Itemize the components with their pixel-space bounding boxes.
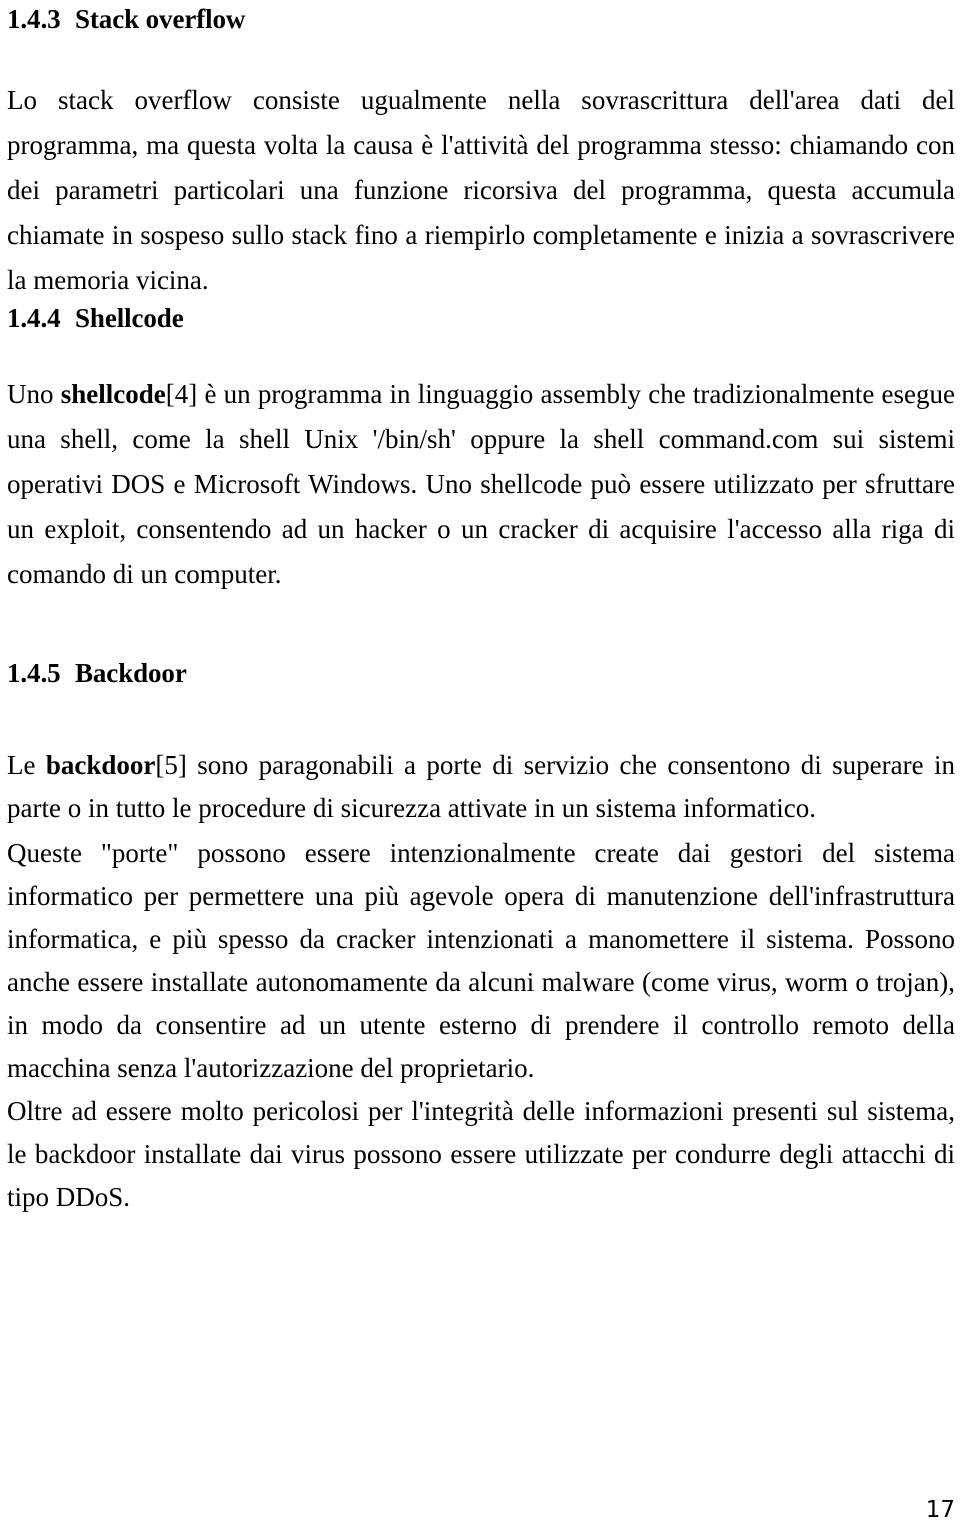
document-page: 1.4.3 Stack overflow Lo stack overflow co… [0, 0, 960, 1532]
page-number: 17 [925, 1497, 955, 1523]
paragraph-stack-overflow: Lo stack overflow consiste ugualmente ne… [7, 78, 955, 303]
heading-1-4-3-title: Stack overflow [75, 4, 246, 34]
emphasis-term: shellcode [60, 379, 166, 409]
paragraph-backdoor-2: Queste "porte" possono essere intenziona… [7, 832, 955, 1090]
heading-1-4-4-number: 1.4.4 [7, 303, 61, 333]
text-run: Lo stack overflow consiste ugualmente ne… [7, 85, 955, 295]
paragraph-backdoor-1: Le backdoor[5] sono paragonabili a porte… [7, 744, 955, 830]
heading-1-4-3: 1.4.3 Stack overflow [7, 6, 245, 33]
text-run: Queste "porte" possono essere intenziona… [7, 838, 955, 1083]
heading-1-4-5-number: 1.4.5 [7, 658, 61, 688]
text-run: Le [7, 750, 46, 780]
text-run: [4] è un programma in linguaggio assembl… [7, 379, 956, 589]
heading-1-4-4: 1.4.4 Shellcode [7, 305, 184, 332]
emphasis-term: backdoor [45, 750, 156, 780]
paragraph-shellcode: Uno shellcode[4] è un programma in lingu… [7, 372, 955, 597]
heading-1-4-5: 1.4.5 Backdoor [7, 660, 187, 687]
paragraph-backdoor-3: Oltre ad essere molto pericolosi per l'i… [7, 1090, 955, 1219]
heading-1-4-3-number: 1.4.3 [7, 4, 61, 34]
heading-1-4-5-title: Backdoor [75, 658, 187, 688]
text-run: Uno [7, 379, 61, 409]
heading-1-4-4-title: Shellcode [75, 303, 184, 333]
text-run: Oltre ad essere molto pericolosi per l'i… [7, 1096, 955, 1212]
